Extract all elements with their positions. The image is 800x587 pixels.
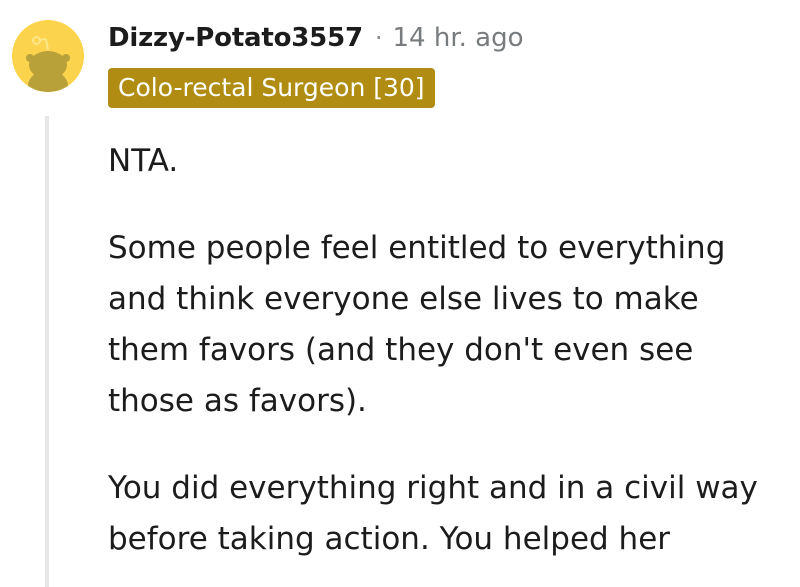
avatar[interactable] [12,20,84,92]
comment-timestamp[interactable]: 14 hr. ago [393,23,524,53]
comment-author[interactable]: Dizzy-Potato3557 [108,23,363,53]
comment-paragraph: You did everything right and in a civil … [108,470,758,557]
comment-paragraph: NTA. [108,143,179,179]
comment-body: NTA. Some people feel entitled to everyt… [108,136,788,587]
snoo-avatar-icon [26,36,70,92]
thread-collapse-line[interactable] [45,116,49,587]
comment-header: Dizzy-Potato3557 · 14 hr. ago [108,18,524,58]
comment-paragraph: Some people feel entitled to everything … [108,230,726,419]
header-separator: · [374,24,383,52]
user-flair: Colo-rectal Surgeon [30] [108,68,435,108]
